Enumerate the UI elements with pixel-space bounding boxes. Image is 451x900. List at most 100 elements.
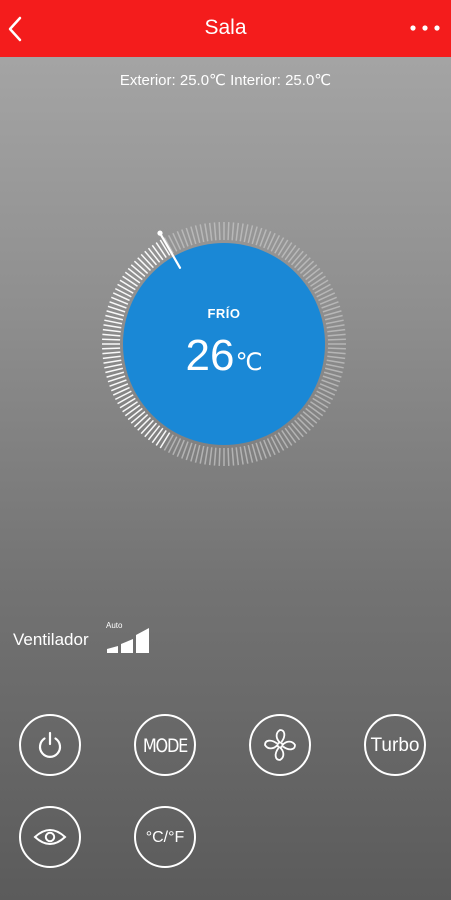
- temperature-readout: Exterior: 25.0℃ Interior: 25.0℃: [119, 72, 332, 89]
- dial-tick: [137, 417, 151, 431]
- dial-tick: [294, 419, 308, 435]
- dial-tick: [163, 237, 174, 254]
- dial-tick: [151, 244, 164, 261]
- dial-tick: [231, 447, 235, 466]
- dial-tick: [310, 275, 326, 287]
- dial-tick: [239, 446, 244, 465]
- dial-tick: [140, 253, 154, 269]
- dial-tick: [310, 401, 326, 413]
- dial-tick: [208, 447, 213, 466]
- dial-tick: [274, 237, 285, 254]
- dial-tick: [247, 225, 254, 244]
- dial-tick: [199, 445, 205, 464]
- dial-tick: [194, 225, 201, 244]
- dial-tick: [299, 414, 315, 428]
- dial-tick: [302, 410, 318, 424]
- dial-tick: [290, 422, 304, 438]
- dial-tick: [305, 407, 321, 421]
- fan-label: Ventilador: [13, 630, 89, 649]
- dial-tick: [151, 427, 164, 444]
- dial-tick: [103, 324, 122, 329]
- fan-button[interactable]: [249, 714, 311, 776]
- dial-tick: [122, 401, 138, 413]
- dial-tick: [287, 425, 301, 441]
- fan-speed-control[interactable]: Ventilador Auto: [13, 621, 173, 653]
- dial-tick: [312, 279, 329, 291]
- dial-tick: [133, 260, 149, 274]
- dial-tick: [314, 283, 331, 294]
- temperature-unit: ℃: [235, 349, 263, 376]
- dial-tick: [251, 443, 258, 462]
- dial-tick: [290, 250, 304, 266]
- dial-tick: [227, 447, 230, 466]
- eye-button[interactable]: [19, 806, 81, 868]
- dial-tick: [294, 253, 308, 269]
- dial-tick: [312, 397, 329, 409]
- dial-tick: [163, 434, 174, 451]
- mode-button[interactable]: MODE: [134, 714, 196, 776]
- dial-tick: [239, 223, 244, 242]
- more-horizontal-icon: [410, 25, 440, 31]
- dial-tick: [204, 446, 209, 465]
- dial-tick: [159, 432, 171, 449]
- dial-tick: [218, 447, 221, 466]
- dial-tick: [155, 242, 167, 258]
- more-options-button[interactable]: [401, 0, 451, 57]
- dial-tick: [243, 224, 249, 243]
- dial-tick: [314, 394, 331, 405]
- dial-tick: [130, 264, 146, 278]
- dial-tick: [287, 247, 301, 263]
- unit-toggle-button[interactable]: °C/°F: [134, 806, 196, 868]
- dial-tick: [302, 264, 318, 278]
- dial-tick: [147, 247, 161, 263]
- dial-tick: [297, 257, 311, 271]
- dial-tick: [122, 275, 138, 287]
- dial-tick: [127, 407, 143, 421]
- dial-tick: [194, 444, 201, 463]
- power-button[interactable]: [19, 714, 81, 776]
- dial-handle-knob[interactable]: [157, 230, 163, 236]
- dial-tick: [305, 267, 321, 281]
- mode-button-label: MODE: [142, 735, 188, 757]
- dial-tick: [307, 271, 324, 284]
- dial-tick: [307, 404, 324, 417]
- page-title: Sala: [204, 16, 247, 39]
- dial-tick: [284, 427, 297, 444]
- temperature-value: 26: [185, 331, 235, 380]
- unit-toggle-label: °C/°F: [145, 829, 185, 846]
- dial-tick: [218, 222, 221, 241]
- dial-tick: [274, 434, 285, 451]
- dial-tick: [277, 239, 289, 256]
- dial-tick: [133, 414, 149, 428]
- dial-tick: [204, 223, 209, 242]
- mode-label: FRÍO: [207, 306, 241, 321]
- dial-tick: [190, 443, 197, 462]
- dial-tick: [299, 260, 315, 274]
- temperature-display: 26℃: [98, 330, 350, 382]
- dial-tick: [235, 222, 240, 241]
- dial-tick: [235, 447, 240, 466]
- dial-tick: [277, 432, 289, 449]
- dial-tick: [119, 279, 136, 291]
- turbo-button[interactable]: Turbo: [364, 714, 426, 776]
- dial-tick: [144, 250, 158, 266]
- dial-tick: [140, 419, 154, 435]
- dial-tick: [117, 283, 134, 294]
- dial-tick: [117, 394, 134, 405]
- dial-tick: [297, 417, 311, 431]
- eye-icon: [33, 829, 67, 845]
- dial-tick: [119, 397, 136, 409]
- dial-tick: [147, 425, 161, 441]
- dial-tick: [281, 430, 293, 446]
- dial-tick: [326, 324, 345, 329]
- dial-tick: [137, 257, 151, 271]
- dial-tick: [190, 226, 197, 245]
- dial-tick: [251, 226, 258, 245]
- dial-tick: [124, 404, 141, 417]
- dial-tick: [227, 222, 230, 241]
- dial-tick: [127, 267, 143, 281]
- dial-tick: [124, 271, 141, 284]
- thermostat-dial[interactable]: FRÍO 26℃: [98, 218, 350, 470]
- dial-tick: [281, 242, 293, 258]
- dial-tick: [247, 444, 254, 463]
